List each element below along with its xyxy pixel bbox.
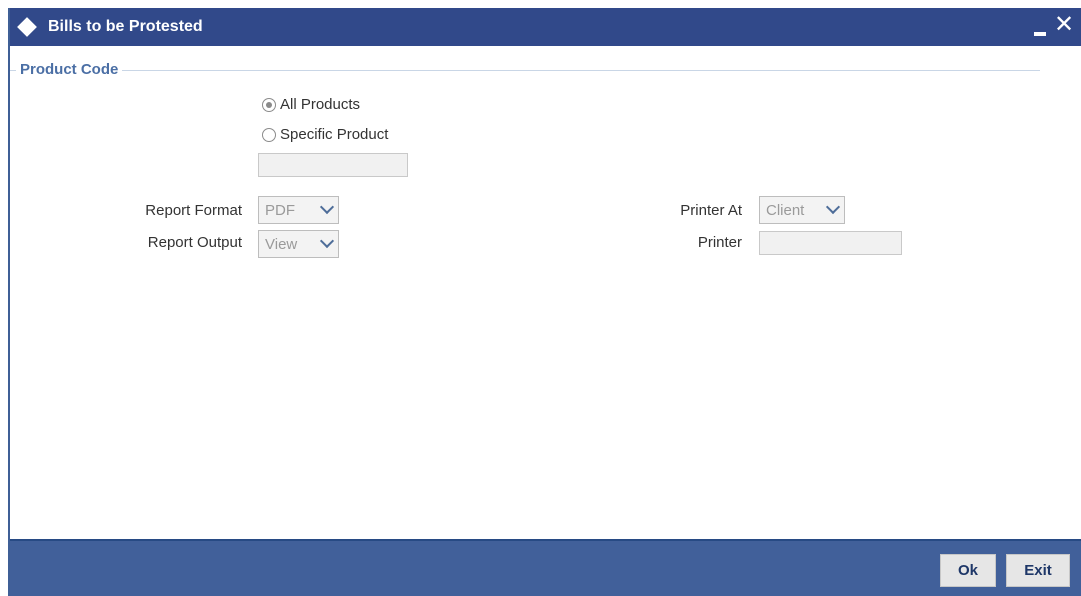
section-divider [10,70,1040,71]
diamond-icon [17,17,37,37]
report-output-label: Report Output [147,234,242,251]
chevron-down-icon [319,199,335,215]
product-code-section: Product Code [10,60,1040,80]
specific-product-label: Specific Product [280,126,389,143]
printer-label: Printer [697,234,742,251]
bills-to-be-protested-window: Bills to be Protested ✕ Product Code All… [8,8,1081,596]
all-products-label: All Products [280,96,361,113]
close-button[interactable]: ✕ [1054,12,1074,38]
all-products-radio[interactable] [262,97,276,112]
specific-product-radio-row[interactable]: Specific Product [262,126,388,143]
title-bar: Bills to be Protested ✕ [10,8,1081,46]
printer-at-select[interactable]: Client [759,196,845,224]
specific-product-radio[interactable] [262,127,276,142]
ok-button[interactable]: Ok [940,554,996,587]
all-products-radio-row[interactable]: All Products [262,96,360,113]
report-output-select[interactable]: View [258,230,339,258]
report-output-value: View [265,235,298,253]
window-title: Bills to be Protested [48,18,203,35]
chevron-down-icon [319,233,335,249]
section-title: Product Code [16,61,123,78]
printer-input[interactable] [759,231,902,255]
printer-at-label: Printer At [680,202,742,219]
printer-at-value: Client [766,201,805,219]
chevron-down-icon [825,199,841,215]
exit-button[interactable]: Exit [1006,554,1070,587]
report-format-select[interactable]: PDF [258,196,339,224]
report-format-value: PDF [265,201,295,219]
minimize-button[interactable] [1034,32,1046,36]
footer-bar: Ok Exit [10,539,1081,596]
report-format-label: Report Format [145,202,242,219]
specific-product-input[interactable] [258,153,408,177]
